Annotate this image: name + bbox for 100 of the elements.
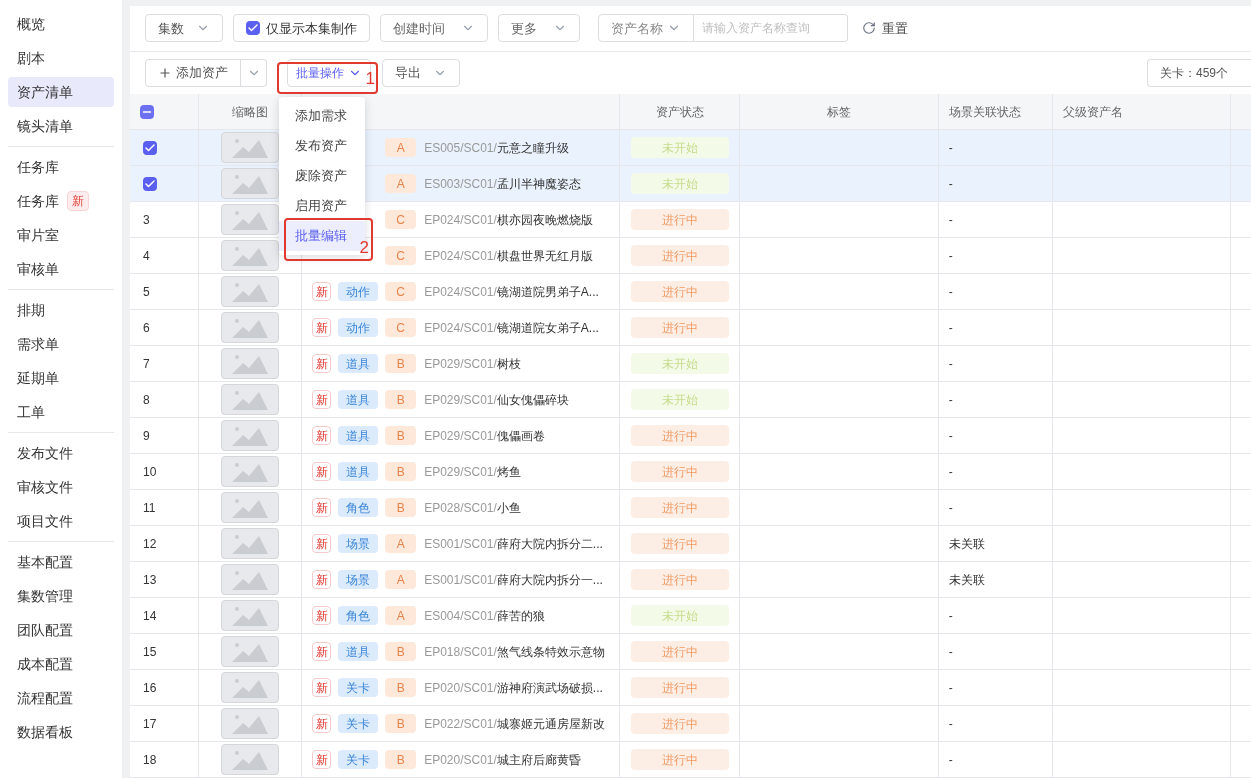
sidebar-item[interactable]: 数据看板: [8, 717, 114, 747]
new-badge: 新: [312, 606, 332, 625]
table-cell-text: -: [948, 751, 953, 769]
status-tag: 进行中: [630, 569, 729, 590]
row-number: 17: [143, 715, 157, 733]
sidebar-item[interactable]: 剧本: [8, 43, 114, 73]
status-tag: 进行中: [630, 209, 729, 230]
sidebar-item[interactable]: 流程配置: [8, 683, 114, 713]
asset-name: ES001/SC01/薛府大院内拆分二...: [424, 535, 603, 553]
type-tag: 角色: [338, 606, 379, 625]
type-tag: 道具: [338, 426, 379, 445]
table-row[interactable]: 8 新 道具 B EP029/SC01/仙女傀儡碎块 未开始 -: [130, 382, 1251, 418]
sidebar-item[interactable]: 资产清单: [8, 77, 114, 107]
status-tag: 未开始: [630, 389, 729, 410]
sidebar-item[interactable]: 任务库: [8, 152, 114, 182]
grade-tag: C: [385, 246, 417, 265]
created-time-dropdown[interactable]: 创建时间: [380, 14, 488, 43]
new-badge: 新: [312, 534, 332, 553]
status-tag: 未开始: [630, 137, 729, 158]
image-icon: [230, 388, 269, 411]
new-badge: 新: [312, 390, 332, 409]
menu-item[interactable]: 添加需求: [279, 101, 365, 131]
sidebar-item[interactable]: 集数管理: [8, 581, 114, 611]
sidebar-item[interactable]: 基本配置: [8, 547, 114, 577]
check-icon: [144, 141, 156, 154]
table-row[interactable]: 16 新 关卡 B EP020/SC01/游神府演武场破损... 进行中 -: [130, 670, 1251, 706]
image-icon: [230, 352, 269, 375]
table-row[interactable]: 5 新 动作 C EP024/SC01/镜湖道院男弟子A... 进行中 -: [130, 274, 1251, 310]
image-icon: [230, 640, 269, 663]
row-number: 6: [143, 319, 150, 337]
grade-tag: B: [385, 678, 417, 697]
checkbox[interactable]: [246, 21, 260, 36]
table-cell-text: 未关联: [948, 535, 985, 553]
sidebar-item[interactable]: 需求单: [8, 329, 114, 359]
plus-icon: [158, 65, 172, 80]
type-tag: 动作: [338, 318, 379, 337]
table-row[interactable]: 15 新 道具 B EP018/SC01/煞气线条特效示意物 进行中 -: [130, 634, 1251, 670]
sidebar-item[interactable]: 审片室: [8, 220, 114, 250]
sidebar-item[interactable]: 审核文件: [8, 472, 114, 502]
table-row[interactable]: 12 新 场景 A ES001/SC01/薛府大院内拆分二... 进行中 未关联: [130, 526, 1251, 562]
grade-tag: C: [385, 282, 417, 301]
reset-button[interactable]: 重置: [858, 14, 912, 43]
status-tag: 进行中: [630, 461, 729, 482]
add-asset-button[interactable]: 添加资产: [145, 58, 241, 87]
checkbox[interactable]: [143, 176, 157, 191]
table-row[interactable]: 7 新 道具 B EP029/SC01/树枝 未开始 -: [130, 346, 1251, 382]
image-icon: [230, 424, 269, 447]
new-badge: 新: [312, 426, 332, 445]
sidebar-item[interactable]: 镜头清单: [8, 111, 114, 141]
only-this-episode-toggle[interactable]: 仅显示本集制作: [233, 14, 370, 43]
column-header: 标签: [826, 103, 851, 121]
table-row[interactable]: 18 新 关卡 B EP020/SC01/城主府后廊黄昏 进行中 -: [130, 742, 1251, 778]
asset-name: EP029/SC01/傀儡画卷: [424, 427, 545, 445]
table-row[interactable]: 13 新 场景 A ES001/SC01/薛府大院内拆分一... 进行中 未关联: [130, 562, 1251, 598]
type-tag: 道具: [338, 390, 379, 409]
select-all-checkbox[interactable]: [140, 104, 154, 119]
status-tag: 进行中: [630, 641, 729, 662]
new-badge: 新: [312, 750, 332, 769]
table-cell-text: -: [948, 247, 953, 265]
table-row[interactable]: 10 新 道具 B EP029/SC01/烤鱼 进行中 -: [130, 454, 1251, 490]
sidebar-item[interactable]: 团队配置: [8, 615, 114, 645]
new-badge: 新: [312, 462, 332, 481]
new-badge: 新: [312, 318, 332, 337]
sidebar-item[interactable]: 审核单: [8, 254, 114, 284]
grade-tag: B: [385, 462, 417, 481]
table-cell-text: -: [948, 427, 953, 445]
search-field[interactable]: 请输入资产名称查询: [694, 14, 848, 43]
episodes-dropdown[interactable]: 集数: [145, 14, 223, 43]
grade-tag: B: [385, 390, 417, 409]
menu-item[interactable]: 发布资产: [279, 131, 365, 161]
more-dropdown[interactable]: 更多: [498, 14, 580, 43]
table-row[interactable]: 11 新 角色 B EP028/SC01/小鱼 进行中 -: [130, 490, 1251, 526]
table-row[interactable]: 17 新 关卡 B EP022/SC01/城寨姬元通房屋新改 进行中 -: [130, 706, 1251, 742]
table-row[interactable]: 6 新 动作 C EP024/SC01/镜湖道院女弟子A... 进行中 -: [130, 310, 1251, 346]
type-tag: 道具: [338, 354, 379, 373]
asset-name: EP024/SC01/棋盘世界无红月版: [424, 247, 593, 265]
status-tag: 进行中: [630, 749, 729, 770]
export-dropdown[interactable]: 导出: [382, 58, 460, 87]
asset-name: EP022/SC01/城寨姬元通房屋新改: [424, 715, 605, 733]
table-cell-text: -: [948, 139, 953, 157]
sidebar-item[interactable]: 排期: [8, 295, 114, 325]
search-field-dropdown[interactable]: 资产名称: [598, 14, 694, 43]
row-number: 18: [143, 751, 157, 769]
status-tag: 进行中: [630, 533, 729, 554]
sidebar-item[interactable]: 项目文件: [8, 506, 114, 536]
sidebar-item[interactable]: 概览: [8, 9, 114, 39]
asset-name: ES001/SC01/薛府大院内拆分一...: [424, 571, 603, 589]
sidebar-item[interactable]: 发布文件: [8, 438, 114, 468]
row-number: 16: [143, 679, 157, 697]
table-cell-text: 未关联: [948, 571, 985, 589]
table-row[interactable]: 9 新 道具 B EP029/SC01/傀儡画卷 进行中 -: [130, 418, 1251, 454]
checkbox[interactable]: [143, 140, 157, 155]
sidebar-item[interactable]: 成本配置: [8, 649, 114, 679]
status-tag: 进行中: [630, 245, 729, 266]
sidebar-item[interactable]: 延期单: [8, 363, 114, 393]
sidebar-item[interactable]: 工单: [8, 397, 114, 427]
column-header: 资产状态: [655, 103, 704, 121]
table-row[interactable]: 14 新 角色 A ES004/SC01/薛苦的狼 未开始 -: [130, 598, 1251, 634]
table-cell-text: -: [948, 715, 953, 733]
sidebar-item[interactable]: 任务库 新: [8, 186, 114, 216]
